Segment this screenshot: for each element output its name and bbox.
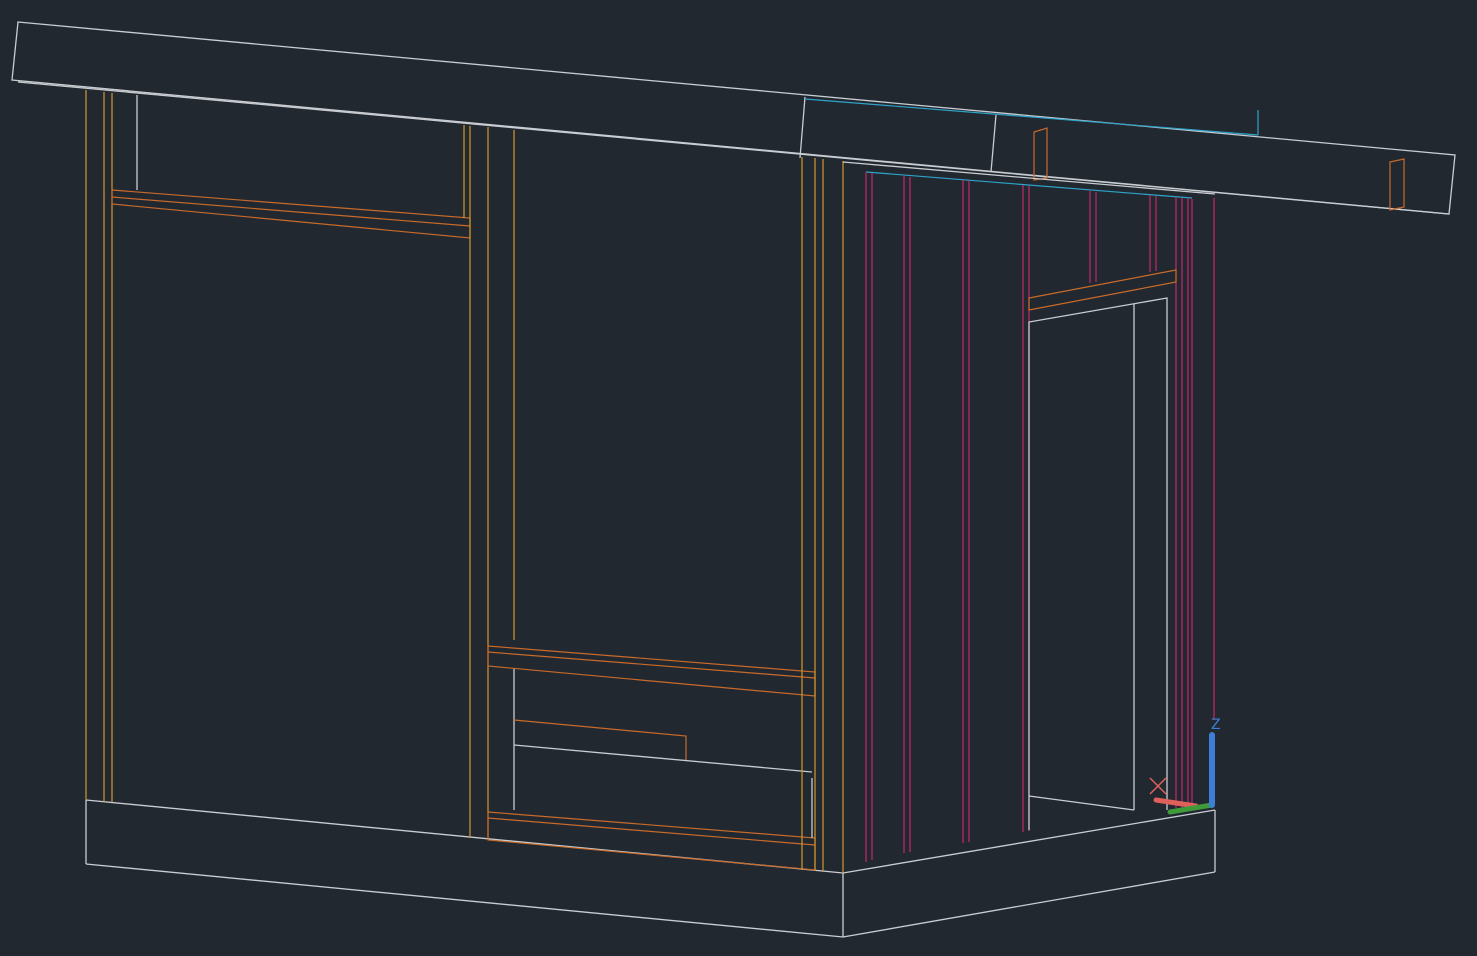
model-canvas[interactable]: Z <box>0 0 1477 956</box>
lower-block <box>513 719 687 760</box>
window-sill <box>487 645 816 697</box>
roof-bottom-inner-edge <box>17 81 1450 215</box>
window-sill-mid <box>487 651 816 679</box>
roof-slab <box>11 21 1456 215</box>
roof-outline <box>11 21 1456 215</box>
window-header-mid <box>111 196 471 227</box>
lower-rail <box>513 744 813 773</box>
ucs-axis-gizmo-icon[interactable]: Z <box>1149 717 1221 815</box>
slab-top-edge-left <box>85 799 1216 874</box>
foundation-slab <box>85 799 1216 938</box>
slab-bottom-edge <box>85 863 1216 938</box>
roof-fascia-line-2 <box>990 114 997 173</box>
door-frame <box>1028 297 1168 830</box>
right-wall-framing <box>842 161 1216 862</box>
door-threshold <box>1028 795 1135 811</box>
roof-fascia-line <box>799 96 806 159</box>
left-wall-framing <box>85 90 844 873</box>
window-header <box>111 189 471 239</box>
ucs-z-label: Z <box>1211 717 1221 733</box>
drawing-viewport[interactable]: Z <box>0 0 1477 956</box>
door-header <box>1028 269 1177 311</box>
rafter-end-1 <box>1033 127 1048 181</box>
roof-cyan-edge <box>804 98 1259 136</box>
ucs-x-axis <box>1153 797 1199 809</box>
rafter-end-2 <box>1389 158 1405 211</box>
x-cross-icon <box>1149 777 1167 795</box>
bottom-plate-mid <box>487 817 816 846</box>
